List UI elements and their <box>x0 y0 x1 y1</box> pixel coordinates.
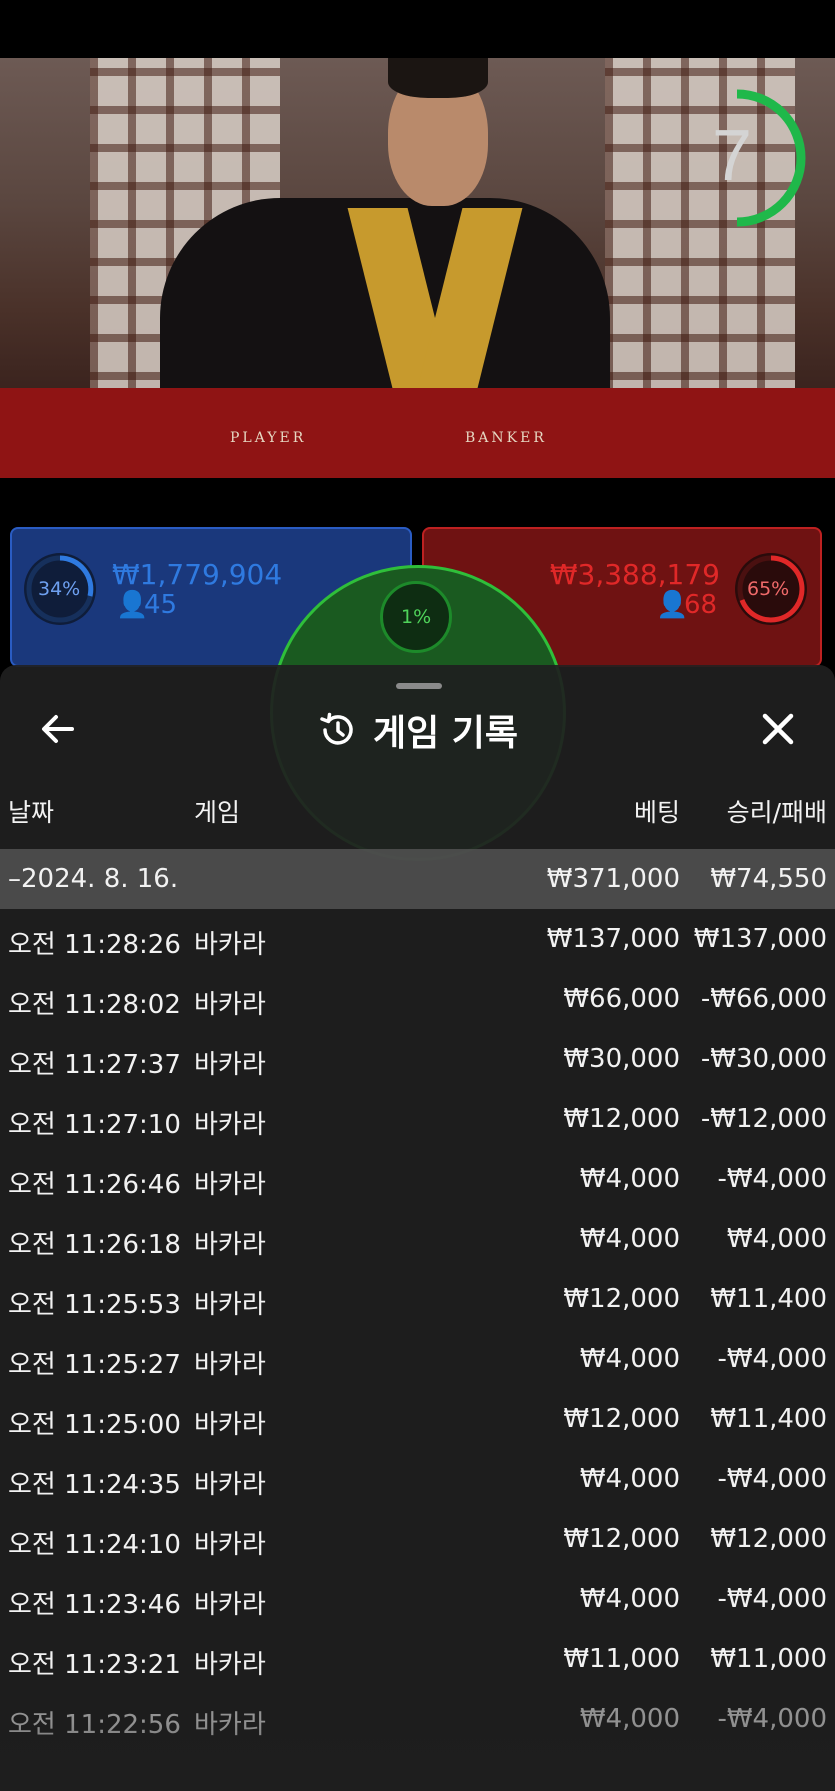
banker-count: 68 <box>684 590 718 620</box>
row-bet: ₩137,000 <box>546 924 680 954</box>
row-result: -₩4,000 <box>717 1164 827 1194</box>
row-bet: ₩4,000 <box>579 1164 680 1194</box>
row-bet: ₩4,000 <box>579 1344 680 1374</box>
history-icon <box>320 712 353 745</box>
row-result: -₩66,000 <box>700 984 827 1014</box>
table-row[interactable]: 오전 11:27:37 바카라 ₩30,000 -₩30,000 <box>0 1029 835 1089</box>
row-result: -₩4,000 <box>717 1584 827 1614</box>
game-history-panel: 게임 기록 날짜 게임 베팅 승리/패배 –2024. 8. 16. ₩371,… <box>0 665 835 1791</box>
row-result: ₩11,400 <box>710 1404 827 1434</box>
row-game: 바카라 <box>194 1110 266 1140</box>
table-row[interactable]: 오전 11:28:02 바카라 ₩66,000 -₩66,000 <box>0 969 835 1029</box>
row-game: 바카라 <box>194 1590 266 1620</box>
row-game: 바카라 <box>194 1410 266 1440</box>
row-time: 오전 11:28:02 <box>8 990 181 1020</box>
summary-date: –2024. 8. 16. <box>8 864 179 894</box>
table-row[interactable]: 오전 11:23:46 바카라 ₩4,000 -₩4,000 <box>0 1569 835 1629</box>
row-bet: ₩12,000 <box>563 1284 680 1314</box>
header-date: 날짜 <box>8 798 55 827</box>
table-row[interactable]: 오전 11:28:26 바카라 ₩137,000 ₩137,000 <box>0 909 835 969</box>
row-time: 오전 11:23:46 <box>8 1590 181 1620</box>
table-row[interactable]: 오전 11:24:35 바카라 ₩4,000 -₩4,000 <box>0 1449 835 1509</box>
table-row[interactable]: 오전 11:25:00 바카라 ₩12,000 ₩11,400 <box>0 1389 835 1449</box>
top-bar <box>0 0 835 58</box>
table-header: 날짜 게임 베팅 승리/패배 <box>0 793 835 833</box>
table-row[interactable]: 오전 11:25:27 바카라 ₩4,000 -₩4,000 <box>0 1329 835 1389</box>
row-game: 바카라 <box>194 1290 266 1320</box>
row-game: 바카라 <box>194 1650 266 1680</box>
summary-result: ₩74,550 <box>710 864 827 894</box>
row-game: 바카라 <box>194 1470 266 1500</box>
row-bet: ₩66,000 <box>563 984 680 1014</box>
countdown-number: 7 <box>712 116 753 196</box>
table-label-player: PLAYER <box>230 430 307 446</box>
row-game: 바카라 <box>194 1530 266 1560</box>
row-bet: ₩12,000 <box>563 1404 680 1434</box>
header-game: 게임 <box>194 798 241 827</box>
row-time: 오전 11:27:37 <box>8 1050 181 1080</box>
drag-handle[interactable] <box>396 683 442 689</box>
row-result: -₩12,000 <box>700 1104 827 1134</box>
row-time: 오전 11:24:10 <box>8 1530 181 1560</box>
scroll-fade <box>0 1721 835 1791</box>
banker-amount: ₩3,388,179 <box>549 558 720 591</box>
player-amount: ₩1,779,904 <box>112 558 283 591</box>
row-time: 오전 11:25:53 <box>8 1290 181 1320</box>
date-summary-row[interactable]: –2024. 8. 16. ₩371,000 ₩74,550 <box>0 849 835 909</box>
header-result: 승리/패배 <box>726 798 827 827</box>
table-row[interactable]: 오전 11:23:21 바카라 ₩11,000 ₩11,000 <box>0 1629 835 1689</box>
row-result: -₩4,000 <box>717 1344 827 1374</box>
row-result: ₩137,000 <box>693 924 827 954</box>
row-game: 바카라 <box>194 1230 266 1260</box>
table-row[interactable]: 오전 11:27:10 바카라 ₩12,000 -₩12,000 <box>0 1089 835 1149</box>
row-time: 오전 11:23:21 <box>8 1650 181 1680</box>
row-time: 오전 11:25:27 <box>8 1350 181 1380</box>
row-bet: ₩30,000 <box>563 1044 680 1074</box>
row-result: ₩4,000 <box>726 1224 827 1254</box>
row-game: 바카라 <box>194 1050 266 1080</box>
header-bet: 베팅 <box>633 798 680 827</box>
table-row[interactable]: 오전 11:25:53 바카라 ₩12,000 ₩11,400 <box>0 1269 835 1329</box>
row-result: -₩4,000 <box>717 1464 827 1494</box>
banker-percent: 65% <box>747 578 790 600</box>
row-bet: ₩11,000 <box>563 1644 680 1674</box>
dealer-hair <box>388 58 488 98</box>
row-bet: ₩4,000 <box>579 1464 680 1494</box>
row-bet: ₩12,000 <box>563 1104 680 1134</box>
player-percent: 34% <box>38 578 81 600</box>
table-row[interactable]: 오전 11:26:18 바카라 ₩4,000 ₩4,000 <box>0 1209 835 1269</box>
row-bet: ₩12,000 <box>563 1524 680 1554</box>
row-bet: ₩4,000 <box>579 1584 680 1614</box>
row-result: ₩11,400 <box>710 1284 827 1314</box>
player-count: 45 <box>144 590 178 620</box>
row-bet: ₩4,000 <box>579 1224 680 1254</box>
row-game: 바카라 <box>194 990 266 1020</box>
row-time: 오전 11:27:10 <box>8 1110 181 1140</box>
table-row[interactable]: 오전 11:26:46 바카라 ₩4,000 -₩4,000 <box>0 1149 835 1209</box>
row-time: 오전 11:26:46 <box>8 1170 181 1200</box>
row-time: 오전 11:28:26 <box>8 930 181 960</box>
row-game: 바카라 <box>194 930 266 960</box>
panel-title: 게임 기록 <box>372 713 518 754</box>
row-result: ₩11,000 <box>710 1644 827 1674</box>
row-time: 오전 11:25:00 <box>8 1410 181 1440</box>
row-time: 오전 11:26:18 <box>8 1230 181 1260</box>
tie-percent: 1% <box>401 606 432 628</box>
row-game: 바카라 <box>194 1170 266 1200</box>
table-felt <box>0 388 835 478</box>
table-row[interactable]: 오전 11:24:10 바카라 ₩12,000 ₩12,000 <box>0 1509 835 1569</box>
row-result: -₩30,000 <box>700 1044 827 1074</box>
row-game: 바카라 <box>194 1350 266 1380</box>
summary-bet: ₩371,000 <box>546 864 680 894</box>
row-result: ₩12,000 <box>710 1524 827 1554</box>
table-label-banker: BANKER <box>465 430 547 446</box>
row-time: 오전 11:24:35 <box>8 1470 181 1500</box>
panel-header: 게임 기록 <box>0 705 835 755</box>
close-icon[interactable] <box>756 707 800 751</box>
